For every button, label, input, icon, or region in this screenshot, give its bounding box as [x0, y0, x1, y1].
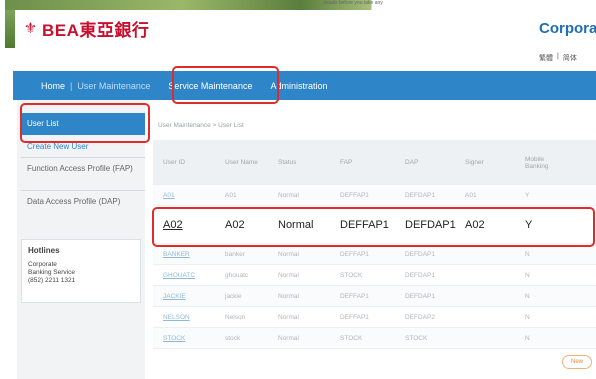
cell-signer: A01	[465, 191, 477, 199]
cell-mobile: N	[525, 334, 530, 342]
cell-dap: DEFDAP2	[405, 313, 435, 321]
cell-user-id[interactable]: A01	[153, 192, 215, 199]
cell-dap: DEFDAP1	[405, 191, 435, 199]
user-table: User ID User Name Status FAP DAP Signer …	[153, 140, 596, 349]
cell-status: Normal	[278, 191, 299, 199]
cell-mobile: N	[525, 292, 530, 300]
cell-mobile: Y	[525, 218, 533, 231]
cell-user-name: jackie	[225, 292, 242, 300]
cell-dap: DEFDAP1	[405, 250, 435, 258]
lang-traditional[interactable]: 繁體	[539, 53, 553, 63]
cell-user-id[interactable]: BANKER	[153, 251, 215, 258]
cell-status: Normal	[278, 218, 314, 231]
table-row[interactable]: A01 A01 Normal DEFFAP1 DEFDAP1 A01 Y	[153, 185, 596, 206]
language-switch: 繁體 | 简体	[539, 53, 577, 63]
hotlines-phone: (852) 2211 1321	[28, 277, 76, 284]
cell-fap: DEFFAP1	[340, 313, 369, 321]
hotlines-title: Hotlines	[28, 246, 60, 255]
col-status[interactable]: Status	[268, 159, 330, 166]
cell-status: Normal	[278, 292, 299, 300]
cell-status: Normal	[278, 271, 299, 279]
top-nav: Home | User Maintenance Service Maintena…	[13, 71, 596, 100]
cell-user-name: banker	[225, 250, 245, 258]
cell-fap: STOCK	[340, 334, 363, 342]
sidebar-item-user-list[interactable]: User List	[21, 113, 145, 135]
cell-status: Normal	[278, 334, 299, 342]
cell-fap: STOCK	[340, 271, 363, 279]
table-row[interactable]: NELSON Nelson Normal DEFFAP1 DEFDAP2 N	[153, 307, 596, 328]
cell-user-name: stock	[225, 334, 241, 342]
cell-mobile: N	[525, 271, 530, 279]
table-row[interactable]: BANKER banker Normal DEFFAP1 DEFDAP1 N	[153, 244, 596, 265]
cell-fap: DEFFAP1	[340, 292, 369, 300]
table-row[interactable]: JACKIE jackie Normal DEFFAP1 DEFDAP1 N	[153, 286, 596, 307]
cell-user-name: A02	[225, 218, 245, 231]
cell-status: Normal	[278, 313, 299, 321]
col-signer[interactable]: Signer	[455, 159, 515, 166]
hotlines-line: Banking Service	[28, 269, 75, 276]
sidebar-item-fap[interactable]: Function Access Profile (FAP)	[21, 160, 145, 178]
cell-fap: DEFFAP1	[340, 191, 369, 199]
cell-user-name: A01	[225, 191, 237, 199]
cell-dap: DEFDAP1	[405, 292, 435, 300]
promo-banner	[5, 0, 596, 10]
sidebar-item-dap[interactable]: Data Access Profile (DAP)	[21, 193, 145, 211]
col-user-id[interactable]: User ID	[153, 159, 215, 166]
nav-service-maintenance[interactable]: Service Maintenance	[168, 81, 252, 91]
cell-user-id[interactable]: STOCK	[153, 335, 215, 342]
nav-administration[interactable]: Administration	[270, 81, 327, 91]
col-fap[interactable]: FAP	[330, 159, 395, 166]
cell-dap: DEFDAP1	[405, 218, 456, 231]
screenshot-frame: details before you take any ⚜ BEA東亞銀行 Co…	[5, 0, 596, 379]
bea-emblem-icon: ⚜	[23, 19, 38, 37]
col-dap[interactable]: DAP	[395, 159, 455, 166]
cell-mobile: Y	[525, 191, 530, 199]
cell-user-name: ghouatc	[225, 271, 249, 279]
sidebar-divider	[21, 157, 145, 158]
cell-dap: STOCK	[405, 334, 428, 342]
col-mobile-banking[interactable]: Mobile Banking	[515, 156, 565, 170]
table-body: A01 A01 Normal DEFFAP1 DEFDAP1 A01 Y A02 A02 Norm…	[153, 185, 596, 349]
sidebar-divider	[21, 190, 145, 191]
col-user-name[interactable]: User Name	[215, 159, 268, 166]
nav-home[interactable]: Home	[41, 81, 65, 91]
cell-user-id[interactable]: NELSON	[153, 314, 215, 321]
nav-separator: |	[70, 80, 73, 91]
hotlines-box: Hotlines Corporate Banking Service (852)…	[21, 239, 141, 303]
cell-dap: DEFDAP1	[405, 271, 435, 279]
bea-logo[interactable]: ⚜ BEA東亞銀行	[23, 16, 149, 41]
cell-user-id[interactable]: GHOUATC	[153, 272, 215, 279]
breadcrumb: User Maintenance > User List	[158, 122, 244, 129]
banner-thumbnail	[5, 10, 15, 48]
lang-simplified[interactable]: 简体	[563, 53, 577, 63]
sidebar-item-create-user[interactable]: Create New User	[21, 138, 145, 155]
nav-user-maintenance[interactable]: User Maintenance	[77, 81, 150, 91]
cell-mobile: N	[525, 250, 530, 258]
logo-text: BEA東亞銀行	[42, 21, 150, 40]
cell-signer: A02	[465, 218, 485, 231]
cell-fap: DEFFAP1	[340, 250, 369, 258]
cell-fap: DEFFAP1	[340, 218, 389, 231]
new-button[interactable]: New	[562, 355, 592, 369]
hotlines-line: Corporate	[28, 261, 57, 268]
table-row[interactable]: STOCK stock Normal STOCK STOCK N	[153, 328, 596, 349]
table-header: User ID User Name Status FAP DAP Signer …	[153, 140, 596, 185]
cell-user-name: Nelson	[225, 313, 246, 321]
cell-status: Normal	[278, 250, 299, 258]
banner-note: details before you take any	[323, 0, 383, 6]
lang-separator: |	[557, 53, 559, 60]
table-row[interactable]: A02 A02 Normal DEFFAP1 DEFDAP1 A02 Y	[153, 206, 596, 244]
table-row[interactable]: GHOUATC ghouatc Normal STOCK DEFDAP1 N	[153, 265, 596, 286]
cell-mobile: N	[525, 313, 530, 321]
cell-user-id[interactable]: A02	[153, 219, 215, 231]
corporate-title: Corpora	[539, 20, 596, 37]
cell-user-id[interactable]: JACKIE	[153, 293, 215, 300]
